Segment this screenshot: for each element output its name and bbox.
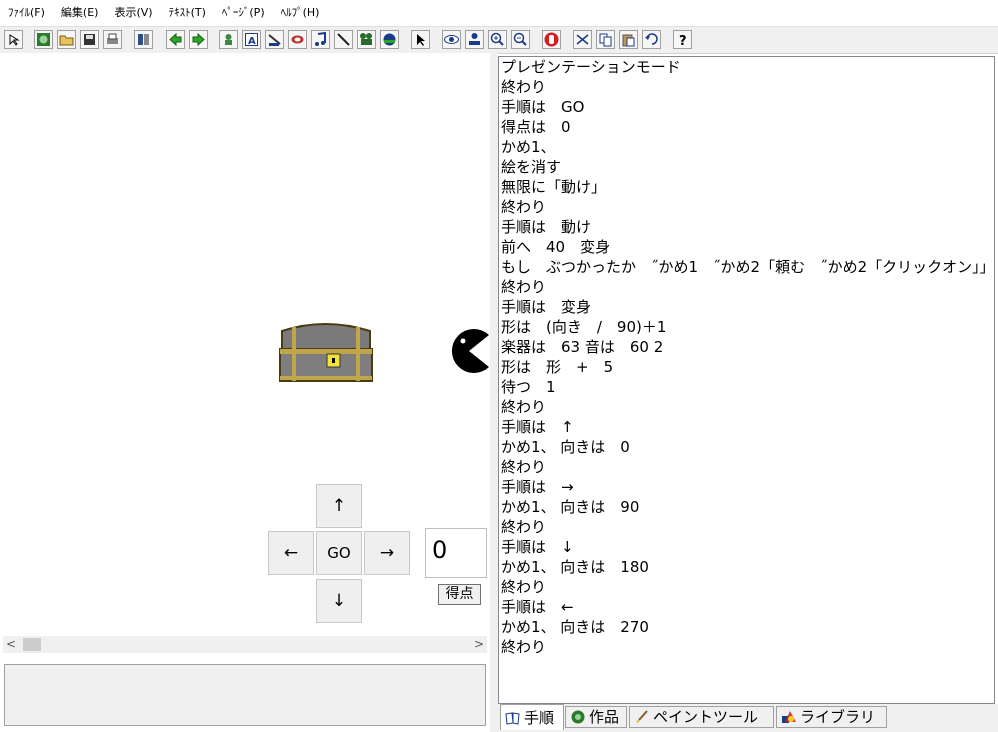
up-button[interactable]: ↑ (316, 484, 362, 528)
menu-text[interactable]: ﾃｷｽﾄ(T) (161, 0, 214, 26)
menu-file[interactable]: ﾌｧｲﾙ(F) (0, 0, 53, 26)
code-line[interactable]: 手順は → (499, 477, 994, 497)
horizontal-scrollbar[interactable]: < > (3, 636, 487, 653)
menu-view[interactable]: 表示(V) (106, 0, 160, 26)
shapes-icon (782, 711, 796, 723)
right-button[interactable]: → (364, 531, 410, 575)
stamp-icon[interactable] (465, 30, 484, 49)
code-line[interactable]: 待つ 1 (499, 377, 994, 397)
print-icon[interactable] (103, 30, 122, 49)
code-line[interactable]: 手順は ↑ (499, 417, 994, 437)
back-arrow-icon[interactable] (166, 30, 185, 49)
pointer-icon[interactable] (411, 30, 430, 49)
pen-icon[interactable] (334, 30, 353, 49)
pacman-character-icon[interactable] (449, 327, 490, 373)
tab-library[interactable]: ライブラリ (776, 706, 887, 728)
music-note-icon[interactable] (311, 30, 330, 49)
code-line[interactable]: かめ1、 向きは 270 (499, 617, 994, 637)
tab-work[interactable]: 作品 (565, 706, 627, 728)
paint-brush-icon (636, 710, 648, 723)
tab-paint-tool[interactable]: ペイントツール (629, 706, 774, 728)
select-icon[interactable] (4, 30, 23, 49)
code-line[interactable]: かめ1、 向きは 180 (499, 557, 994, 577)
code-line[interactable]: 手順は GO (499, 97, 994, 117)
code-line[interactable]: 終わり (499, 397, 994, 417)
tab-paint-tool-label: ペイントツール (653, 708, 759, 726)
go-button[interactable]: GO (316, 531, 362, 575)
program-editor[interactable]: プレゼンテーションモード 終わり 手順は GO 得点は 0 かめ1、 絵を消す 無限に「動け… (498, 56, 995, 704)
menu-bar: ﾌｧｲﾙ(F) 編集(E) 表示(V) ﾃｷｽﾄ(T) ﾍﾟｰｼﾞ(P) ﾍﾙﾌ… (0, 0, 998, 26)
forward-arrow-icon[interactable] (189, 30, 208, 49)
code-line[interactable]: 得点は 0 (499, 117, 994, 137)
down-button[interactable]: ↓ (316, 579, 362, 623)
zoom-in-icon[interactable] (488, 30, 507, 49)
code-line[interactable]: プレゼンテーションモード (499, 57, 994, 77)
open-folder-icon[interactable] (57, 30, 76, 49)
code-line[interactable]: 終わり (499, 197, 994, 217)
text-box-icon[interactable]: A (242, 30, 261, 49)
stage-canvas[interactable]: ↑ ← GO → ↓ (0, 53, 490, 636)
code-line[interactable]: 終わり (499, 637, 994, 657)
tab-library-label: ライブラリ (800, 708, 876, 726)
code-line[interactable]: かめ1、 向きは 0 (499, 437, 994, 457)
code-line[interactable]: 無限に「動け」 (499, 177, 994, 197)
svg-text:A: A (248, 36, 256, 47)
scroll-left-arrow[interactable]: < (3, 636, 19, 653)
camera-icon[interactable] (357, 30, 376, 49)
undo-icon[interactable] (642, 30, 661, 49)
paste-icon[interactable] (619, 30, 638, 49)
character-icon[interactable] (219, 30, 238, 49)
code-line[interactable]: かめ1、 (499, 137, 994, 157)
code-line[interactable]: もし ぶつかったか ˝かめ1 ˝かめ2「頼む ˝かめ2「クリックオン」」 (499, 257, 994, 277)
help-icon[interactable]: ? (673, 30, 692, 49)
code-line[interactable]: かめ1、 向きは 90 (499, 497, 994, 517)
code-line[interactable]: 形は (向き / 90)＋1 (499, 317, 994, 337)
pane-splitter[interactable] (490, 53, 498, 732)
code-line[interactable]: 形は 形 + 5 (499, 357, 994, 377)
code-line[interactable]: 手順は ↓ (499, 537, 994, 557)
treasure-chest-icon[interactable] (276, 321, 374, 383)
tab-bar: 手順 作品 ペイントツール ライブラリ (498, 704, 998, 732)
code-line[interactable]: 終わり (499, 577, 994, 597)
tab-procedure[interactable]: 手順 (500, 704, 564, 730)
stop-icon[interactable] (542, 30, 561, 49)
menu-help[interactable]: ﾍﾙﾌﾟ(H) (273, 0, 328, 26)
helmet-icon[interactable] (380, 30, 399, 49)
globe-icon (571, 710, 585, 724)
code-line[interactable]: 手順は ← (499, 597, 994, 617)
code-line[interactable]: 終わり (499, 77, 994, 97)
globe-icon[interactable] (34, 30, 53, 49)
toolbar: A ? (0, 26, 998, 54)
code-line[interactable]: 終わり (499, 277, 994, 297)
left-button[interactable]: ← (268, 531, 314, 575)
svg-text:?: ? (679, 34, 687, 48)
book-icon (505, 711, 520, 725)
code-line[interactable]: 手順は 変身 (499, 297, 994, 317)
code-line[interactable]: 楽器は 63 音は 60 2 (499, 337, 994, 357)
copy-icon[interactable] (596, 30, 615, 49)
layout-icon[interactable] (134, 30, 153, 49)
message-box[interactable] (4, 664, 486, 726)
code-line[interactable]: 手順は 動け (499, 217, 994, 237)
scroll-thumb[interactable] (23, 638, 41, 651)
button-icon[interactable] (288, 30, 307, 49)
turtle-icon[interactable] (265, 30, 284, 49)
tab-procedure-label: 手順 (524, 708, 555, 727)
code-line[interactable]: 終わり (499, 457, 994, 477)
code-line[interactable]: 絵を消す (499, 157, 994, 177)
menu-page[interactable]: ﾍﾟｰｼﾞ(P) (214, 0, 273, 26)
zoom-out-icon[interactable] (511, 30, 530, 49)
save-icon[interactable] (80, 30, 99, 49)
score-button[interactable]: 得点 (438, 584, 481, 605)
cut-icon[interactable] (573, 30, 592, 49)
eye-icon[interactable] (442, 30, 461, 49)
score-display: 0 (425, 528, 487, 578)
tab-work-label: 作品 (589, 708, 620, 726)
scroll-right-arrow[interactable]: > (471, 636, 487, 653)
code-line[interactable]: 前へ 40 変身 (499, 237, 994, 257)
menu-edit[interactable]: 編集(E) (53, 0, 107, 26)
code-line[interactable]: 終わり (499, 517, 994, 537)
